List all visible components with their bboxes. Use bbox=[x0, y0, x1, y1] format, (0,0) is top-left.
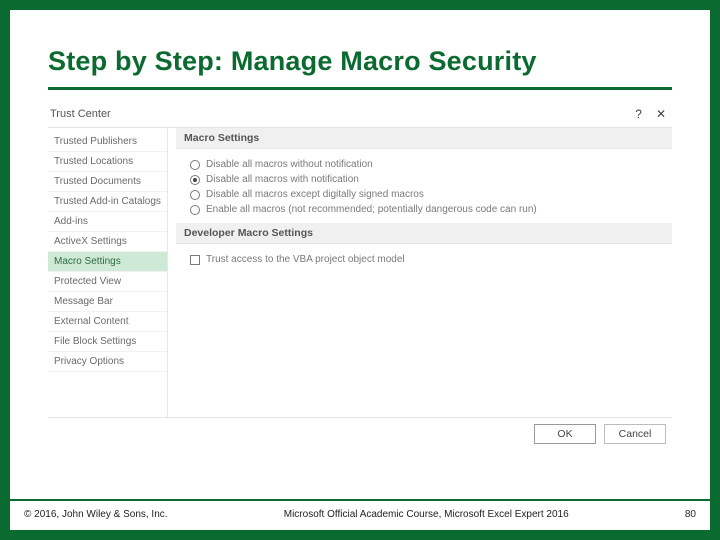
sidebar-item-trusted-documents[interactable]: Trusted Documents bbox=[48, 172, 167, 192]
radio-icon bbox=[190, 190, 200, 200]
sidebar-item-protected-view[interactable]: Protected View bbox=[48, 272, 167, 292]
macro-option-label: Disable all macros except digitally sign… bbox=[206, 189, 424, 200]
footer-copyright: © 2016, John Wiley & Sons, Inc. bbox=[24, 509, 168, 520]
trust-center-title: Trust Center bbox=[50, 108, 111, 120]
cancel-button[interactable]: Cancel bbox=[604, 424, 666, 444]
developer-macro-settings-header: Developer Macro Settings bbox=[176, 223, 672, 244]
radio-icon bbox=[190, 175, 200, 185]
macro-option-label: Enable all macros (not recommended; pote… bbox=[206, 204, 537, 215]
checkbox-icon bbox=[190, 255, 200, 265]
trust-center-titlebar: Trust Center ? ✕ bbox=[48, 104, 672, 127]
close-icon[interactable]: ✕ bbox=[656, 107, 666, 121]
sidebar-item-message-bar[interactable]: Message Bar bbox=[48, 292, 167, 312]
trust-vba-access-label: Trust access to the VBA project object m… bbox=[206, 254, 405, 265]
ok-button[interactable]: OK bbox=[534, 424, 596, 444]
macro-option-disable-with-notif[interactable]: Disable all macros with notification bbox=[190, 172, 658, 187]
footer-page-number: 80 bbox=[685, 509, 696, 520]
trust-center-window: Trust Center ? ✕ Trusted Publishers Trus… bbox=[48, 104, 672, 444]
sidebar-item-trusted-locations[interactable]: Trusted Locations bbox=[48, 152, 167, 172]
sidebar-item-trusted-addin-catalogs[interactable]: Trusted Add-in Catalogs bbox=[48, 192, 167, 212]
slide-page: Step by Step: Manage Macro Security Trus… bbox=[0, 0, 720, 540]
sidebar-item-privacy-options[interactable]: Privacy Options bbox=[48, 352, 167, 372]
help-icon[interactable]: ? bbox=[635, 107, 642, 121]
sidebar-item-addins[interactable]: Add-ins bbox=[48, 212, 167, 232]
sidebar-item-macro-settings[interactable]: Macro Settings bbox=[48, 252, 167, 272]
macro-option-enable-all[interactable]: Enable all macros (not recommended; pote… bbox=[190, 202, 658, 217]
macro-settings-options: Disable all macros without notification … bbox=[176, 155, 672, 223]
sidebar-item-file-block-settings[interactable]: File Block Settings bbox=[48, 332, 167, 352]
slide-body: Step by Step: Manage Macro Security Trus… bbox=[10, 10, 710, 499]
trust-center-buttons: OK Cancel bbox=[48, 417, 672, 444]
sidebar-item-external-content[interactable]: External Content bbox=[48, 312, 167, 332]
sidebar-item-trusted-publishers[interactable]: Trusted Publishers bbox=[48, 132, 167, 152]
slide-title: Step by Step: Manage Macro Security bbox=[48, 46, 672, 90]
developer-macro-settings-options: Trust access to the VBA project object m… bbox=[176, 250, 672, 273]
trust-center-sidebar: Trusted Publishers Trusted Locations Tru… bbox=[48, 128, 168, 417]
radio-icon bbox=[190, 160, 200, 170]
radio-icon bbox=[190, 205, 200, 215]
macro-option-disable-except-signed[interactable]: Disable all macros except digitally sign… bbox=[190, 187, 658, 202]
window-controls: ? ✕ bbox=[635, 107, 666, 121]
slide-footer: © 2016, John Wiley & Sons, Inc. Microsof… bbox=[10, 499, 710, 530]
trust-center-body: Trusted Publishers Trusted Locations Tru… bbox=[48, 127, 672, 417]
macro-option-label: Disable all macros with notification bbox=[206, 174, 359, 185]
trust-vba-access-option[interactable]: Trust access to the VBA project object m… bbox=[190, 252, 658, 267]
macro-option-disable-no-notif[interactable]: Disable all macros without notification bbox=[190, 157, 658, 172]
footer-course: Microsoft Official Academic Course, Micr… bbox=[284, 509, 569, 520]
macro-settings-header: Macro Settings bbox=[176, 128, 672, 149]
macro-option-label: Disable all macros without notification bbox=[206, 159, 373, 170]
trust-center-main: Macro Settings Disable all macros withou… bbox=[176, 128, 672, 417]
sidebar-item-activex-settings[interactable]: ActiveX Settings bbox=[48, 232, 167, 252]
